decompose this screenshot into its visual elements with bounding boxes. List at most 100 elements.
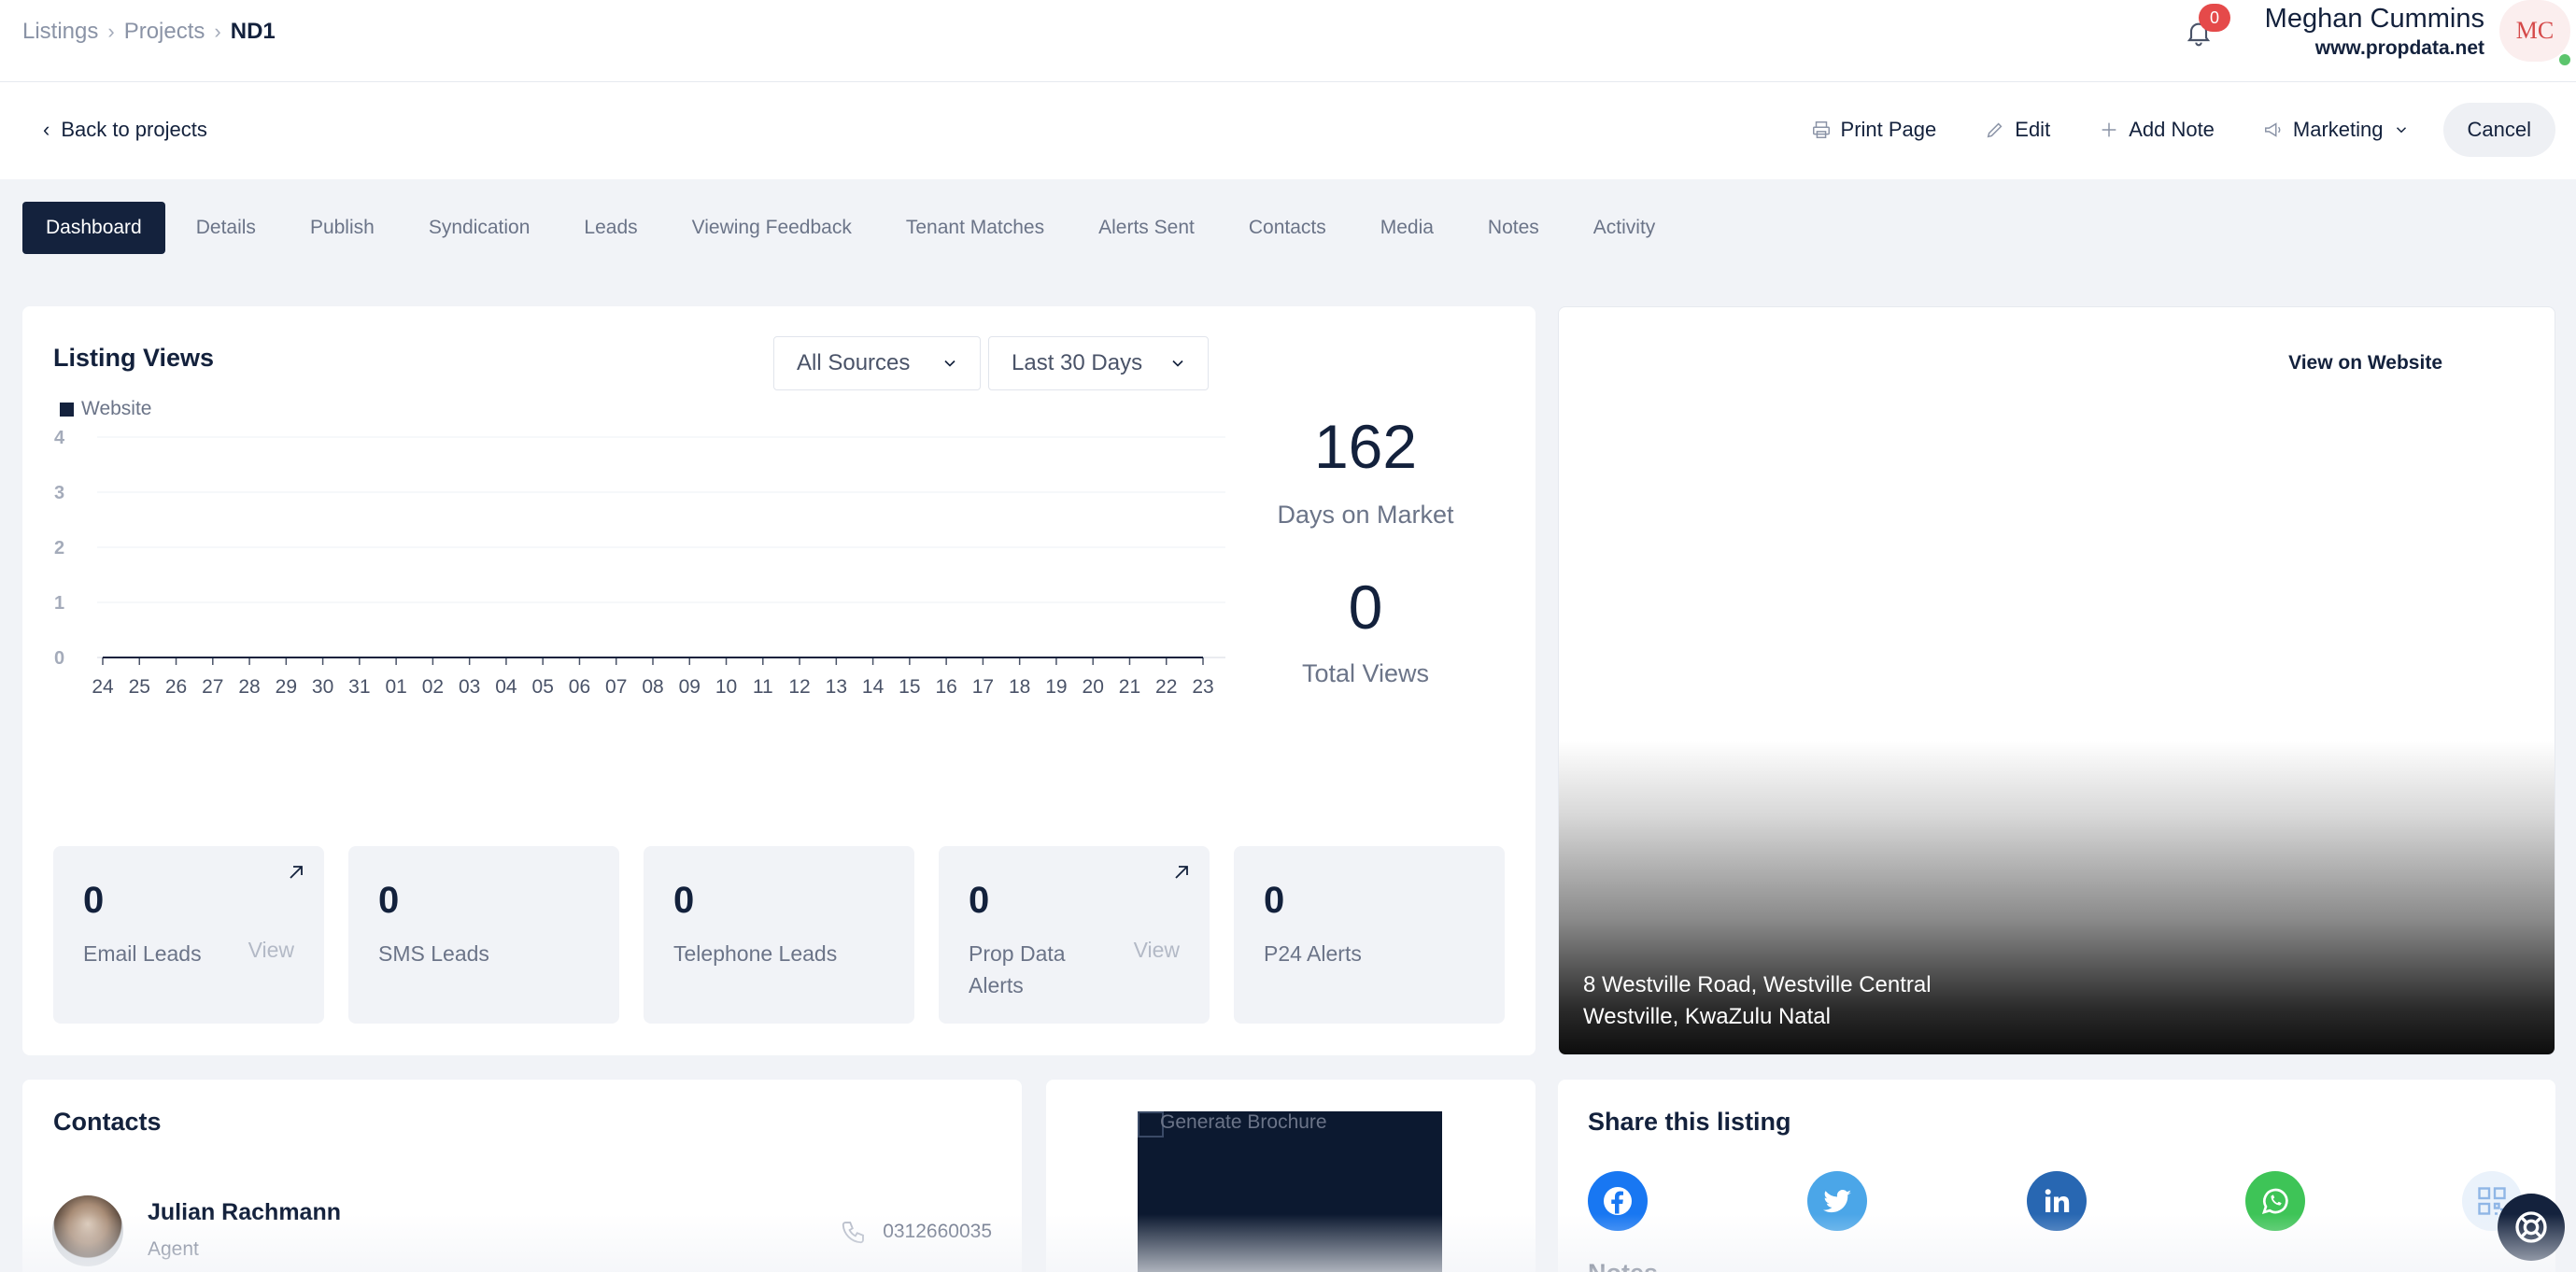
chevron-down-icon — [944, 360, 955, 367]
contacts-title: Contacts — [53, 1108, 162, 1136]
breadcrumb-projects[interactable]: Projects — [124, 19, 205, 45]
chart-x-tick-label: 25 — [129, 676, 150, 698]
tab-tenant-matches[interactable]: Tenant Matches — [879, 202, 1071, 254]
prop-data-alerts-value: 0 — [969, 880, 990, 921]
chart-y-tick-label: 4 — [54, 428, 65, 448]
days-on-market-label: Days on Market — [1277, 501, 1454, 529]
sms-leads-tile: 0 SMS Leads — [348, 846, 619, 1024]
tab-dashboard[interactable]: Dashboard — [22, 202, 165, 254]
total-views-value: 0 — [1348, 572, 1383, 642]
whatsapp-share-button[interactable] — [2245, 1171, 2305, 1231]
breadcrumb-listings[interactable]: Listings — [22, 19, 98, 45]
listing-views-title: Listing Views — [53, 344, 215, 372]
breadcrumb-current: ND1 — [230, 19, 276, 44]
contacts-card: Contacts Julian Rachmann Agent 031266003… — [22, 1080, 1022, 1272]
chart-y-tick-label: 3 — [54, 483, 64, 503]
contact-name[interactable]: Julian Rachmann — [148, 1199, 341, 1226]
days-on-market-value: 162 — [1313, 412, 1418, 481]
period-filter-dropdown[interactable]: Last 30 Days — [988, 336, 1209, 390]
tab-leads[interactable]: Leads — [557, 202, 664, 254]
chart-x-tick-label: 31 — [348, 676, 370, 698]
period-filter-value: Last 30 Days — [1012, 350, 1143, 375]
marketing-dropdown[interactable]: Marketing — [2263, 118, 2410, 142]
tab-viewing-feedback[interactable]: Viewing Feedback — [665, 202, 879, 254]
chart-x-tick-label: 26 — [165, 676, 187, 698]
total-views-label: Total Views — [1301, 659, 1430, 687]
top-bar: Listings › Projects › ND1 0 Meghan Cummi… — [0, 0, 2576, 82]
help-button[interactable] — [2498, 1194, 2565, 1261]
chart-x-tick-label: 21 — [1119, 676, 1140, 698]
chart-x-tick-label: 02 — [422, 676, 444, 698]
print-page-button[interactable]: Print Page — [1811, 118, 1936, 142]
tab-contacts[interactable]: Contacts — [1222, 202, 1353, 254]
printer-icon — [1812, 121, 1830, 138]
chart-x-tick-label: 29 — [276, 676, 297, 698]
chevron-right-icon: › — [107, 20, 115, 43]
user-name[interactable]: Meghan Cummins — [2265, 4, 2484, 35]
email-leads-view-link[interactable]: View — [248, 938, 294, 963]
megaphone-icon — [2264, 122, 2281, 137]
chart-legend[interactable]: Website — [60, 398, 151, 420]
edit-button[interactable]: Edit — [1985, 118, 2050, 142]
arrow-up-right-icon[interactable] — [285, 861, 307, 883]
chevron-right-icon: › — [214, 20, 221, 43]
whatsapp-icon — [2261, 1188, 2288, 1215]
chart-x-tick-label: 15 — [899, 676, 920, 698]
chart-x-tick-label: 24 — [92, 676, 114, 698]
chart-x-tick-label: 11 — [753, 676, 773, 698]
linkedin-icon — [2045, 1189, 2070, 1212]
brochure-card: Generate Brochure — [1046, 1080, 1536, 1272]
email-leads-tile[interactable]: 0 Email Leads View — [53, 846, 324, 1024]
tab-alerts-sent[interactable]: Alerts Sent — [1071, 202, 1222, 254]
telephone-leads-tile: 0 Telephone Leads — [644, 846, 914, 1024]
listing-image-card: View on Website 8 Westville Road, Westvi… — [1558, 306, 2555, 1055]
contact-avatar — [52, 1195, 123, 1266]
address-line-2: Westville, KwaZulu Natal — [1583, 1004, 1831, 1029]
breadcrumb: Listings › Projects › ND1 — [22, 19, 276, 45]
legend-swatch — [60, 402, 74, 417]
tab-activity[interactable]: Activity — [1566, 202, 1683, 254]
chart-x-tick-label: 18 — [1009, 676, 1030, 698]
lifebuoy-icon — [2515, 1211, 2547, 1243]
tab-publish[interactable]: Publish — [283, 202, 402, 254]
source-filter-dropdown[interactable]: All Sources — [773, 336, 981, 390]
email-leads-label: Email Leads — [83, 941, 202, 966]
prop-data-alerts-view-link[interactable]: View — [1134, 938, 1180, 963]
prop-data-alerts-tile[interactable]: 0 Prop Data Alerts View — [939, 846, 1210, 1024]
sms-leads-label: SMS Leads — [378, 941, 489, 966]
user-avatar[interactable]: MC — [2499, 0, 2570, 62]
twitter-icon — [1823, 1190, 1851, 1213]
chart-x-tick-label: 04 — [495, 676, 517, 698]
pencil-icon — [1987, 122, 2003, 138]
cancel-button[interactable]: Cancel — [2442, 103, 2555, 157]
notes-title: Notes — [1588, 1259, 1658, 1272]
chart-x-tick-label: 09 — [679, 676, 701, 698]
brochure-preview[interactable]: Generate Brochure — [1138, 1111, 1442, 1272]
twitter-share-button[interactable] — [1807, 1171, 1867, 1231]
linkedin-share-button[interactable] — [2027, 1171, 2087, 1231]
page-actions: Print Page Edit Add Note Marketing Cance… — [1811, 103, 2555, 157]
p24-alerts-value: 0 — [1264, 880, 1285, 921]
add-note-button[interactable]: Add Note — [2099, 118, 2215, 142]
arrow-up-right-icon[interactable] — [1170, 861, 1193, 883]
back-to-projects-link[interactable]: ‹ Back to projects — [43, 118, 207, 142]
chart-x-tick-label: 19 — [1045, 676, 1067, 698]
legend-label: Website — [81, 398, 152, 419]
action-bar: ‹ Back to projects Print Page Edit Add N… — [0, 82, 2576, 179]
facebook-share-button[interactable] — [1588, 1171, 1648, 1231]
chart-y-tick-label: 0 — [54, 648, 64, 669]
chart-x-tick-label: 17 — [972, 676, 994, 698]
tab-details[interactable]: Details — [169, 202, 283, 254]
tab-media[interactable]: Media — [1353, 202, 1461, 254]
generate-brochure-label[interactable]: Generate Brochure — [1160, 1111, 1327, 1134]
tab-notes[interactable]: Notes — [1461, 202, 1566, 254]
chart-x-tick-label: 07 — [605, 676, 627, 698]
chart-y-tick-label: 1 — [54, 593, 64, 614]
view-on-website-link[interactable]: View on Website — [2288, 352, 2442, 375]
listing-tabs: Dashboard Details Publish Syndication Le… — [22, 202, 1682, 254]
tab-syndication[interactable]: Syndication — [402, 202, 558, 254]
contact-phone[interactable]: 0312660035 — [840, 1218, 992, 1246]
chart-y-tick-label: 2 — [54, 538, 64, 558]
contact-role: Agent — [148, 1238, 199, 1260]
chart-x-tick-label: 27 — [202, 676, 223, 698]
